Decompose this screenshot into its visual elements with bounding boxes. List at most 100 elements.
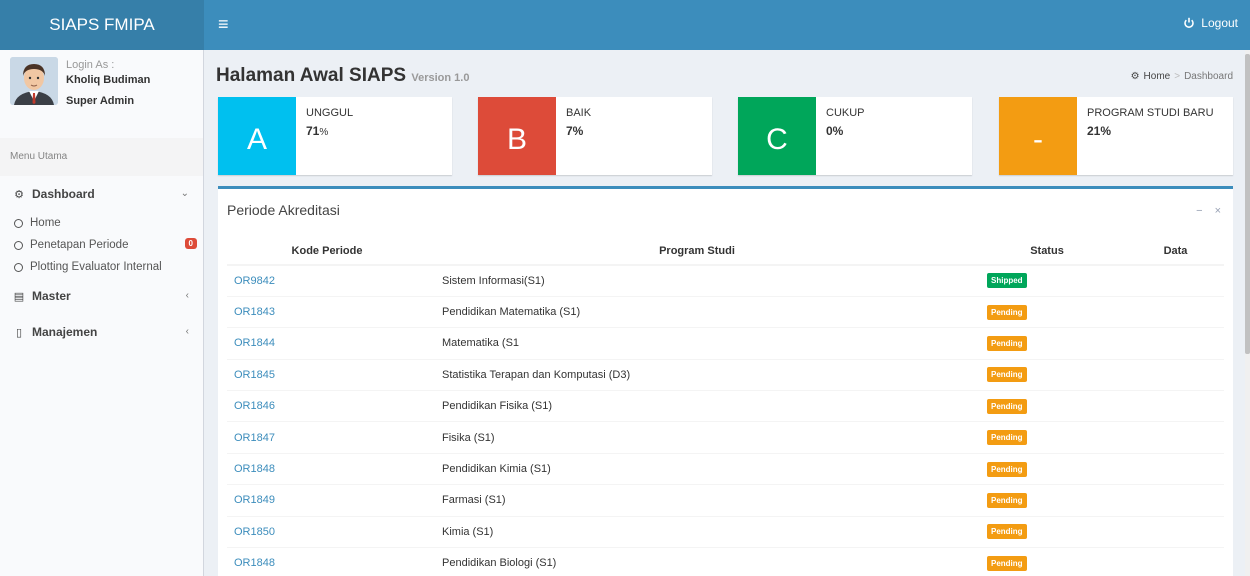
minimize-icon[interactable]: −: [1196, 205, 1202, 217]
kode-periode-link[interactable]: OR1845: [227, 358, 427, 391]
infobox-label: CUKUP: [826, 107, 865, 119]
status-badge: Shipped: [987, 273, 1027, 289]
infobox-program-studi-baru: - PROGRAM STUDI BARU 21%: [999, 97, 1233, 175]
table-row: OR1844 Matematika (S1 Pending: [227, 327, 1224, 360]
status-cell: Pending: [967, 421, 1127, 454]
sidebar-item-manajemen[interactable]: ▯ Manajemen ‹: [0, 314, 203, 350]
close-icon[interactable]: ×: [1215, 205, 1221, 217]
kode-periode-link[interactable]: OR1847: [227, 421, 427, 454]
status-cell: Shipped: [967, 264, 1127, 297]
infobox-value: 21%: [1087, 124, 1112, 138]
infobox-cukup: C CUKUP 0%: [738, 97, 972, 175]
page-version: Version 1.0: [411, 72, 470, 84]
program-studi-cell: Pendidikan Fisika (S1): [427, 390, 967, 422]
status-badge: Pending: [987, 304, 1027, 320]
table-row: OR1847 Fisika (S1) Pending: [227, 421, 1224, 454]
periode-table: Kode Periode Program Studi Status Data O…: [227, 237, 1224, 576]
data-cell: [1127, 421, 1224, 454]
sidebar-subitem-label: Home: [30, 217, 61, 229]
column-header-data: Data: [1127, 237, 1224, 266]
status-badge: Pending: [987, 367, 1027, 383]
page-title: Halaman Awal SIAPS Version 1.0: [216, 65, 469, 87]
sidebar-subitem-home[interactable]: Home: [0, 212, 203, 234]
status-cell: Pending: [967, 327, 1127, 360]
status-cell: Pending: [967, 452, 1127, 485]
kode-periode-link[interactable]: OR1849: [227, 484, 427, 517]
brand-text: SIAPS FMIPA: [49, 15, 155, 34]
program-studi-cell: Pendidikan Kimia (S1): [427, 452, 967, 485]
column-header-program: Program Studi: [427, 237, 967, 266]
kode-periode-link[interactable]: OR1850: [227, 515, 427, 548]
program-studi-cell: Matematika (S1: [427, 327, 967, 360]
hamburger-menu-icon[interactable]: ≡: [218, 14, 229, 34]
user-avatar: [10, 57, 58, 105]
dashboard-icon: ⚙: [1130, 71, 1140, 82]
status-badge: Pending: [987, 461, 1027, 477]
data-cell: [1127, 295, 1224, 328]
table-row: OR9842 Sistem Informasi(S1) Shipped: [227, 264, 1224, 297]
column-header-status: Status: [967, 237, 1127, 266]
program-studi-cell: Pendidikan Matematika (S1): [427, 295, 967, 328]
infobox-value: 0%: [826, 124, 844, 138]
sidebar-subitem-penetapan-periode[interactable]: Penetapan Periode 0: [0, 234, 203, 256]
sidebar-subitem-label: Plotting Evaluator Internal: [30, 261, 162, 273]
kode-periode-link[interactable]: OR9842: [227, 264, 427, 297]
kode-periode-link[interactable]: OR1848: [227, 452, 427, 485]
power-icon: [1184, 17, 1195, 28]
status-cell: Pending: [967, 547, 1127, 576]
data-cell: [1127, 515, 1224, 548]
data-cell: [1127, 452, 1224, 485]
sidebar-item-label: Dashboard: [32, 187, 95, 201]
data-cell: [1127, 327, 1224, 360]
page-title-text: Halaman Awal SIAPS: [216, 65, 407, 86]
kode-periode-link[interactable]: OR1843: [227, 295, 427, 328]
status-badge: Pending: [987, 398, 1027, 414]
program-studi-cell: Kimia (S1): [427, 515, 967, 548]
status-cell: Pending: [967, 484, 1127, 517]
page-scrollbar[interactable]: [1245, 50, 1250, 576]
breadcrumb-current: Dashboard: [1184, 71, 1233, 82]
chevron-left-icon: ‹: [185, 326, 189, 337]
login-as-label: Login As :: [66, 59, 115, 71]
program-studi-cell: Farmasi (S1): [427, 484, 967, 517]
status-badge: Pending: [987, 335, 1027, 351]
sidebar: Login As : Kholiq Budiman Super Admin Me…: [0, 50, 204, 576]
program-studi-cell: Sistem Informasi(S1): [427, 264, 967, 297]
kode-periode-link[interactable]: OR1848: [227, 547, 427, 576]
sidebar-item-dashboard[interactable]: ⚙ Dashboard ⌄: [0, 176, 203, 212]
status-badge: Pending: [987, 524, 1027, 540]
kode-periode-link[interactable]: OR1846: [227, 390, 427, 422]
breadcrumb-separator: >: [1174, 71, 1181, 82]
infobox-unggul: A UNGGUL 71%: [218, 97, 452, 175]
sidebar-item-master[interactable]: ▤ Master ‹: [0, 278, 203, 314]
brand-logo[interactable]: SIAPS FMIPA: [0, 0, 204, 50]
table-body: OR9842 Sistem Informasi(S1) Shipped OR1843 P…: [227, 264, 1224, 576]
sidebar-subitem-label: Penetapan Periode: [30, 239, 129, 251]
notification-badge: 0: [184, 238, 197, 249]
scrollbar-thumb[interactable]: [1245, 54, 1250, 354]
infobox-label: UNGGUL: [306, 107, 354, 119]
program-studi-cell: Statistika Terapan dan Komputasi (D3): [427, 358, 967, 391]
breadcrumb-home[interactable]: Home: [1144, 71, 1171, 82]
table-row: OR1845 Statistika Terapan dan Komputasi (…: [227, 358, 1224, 391]
status-badge: Pending: [987, 430, 1027, 446]
dashboard-icon: ⚙: [14, 188, 24, 201]
data-cell: [1127, 264, 1224, 297]
chevron-down-icon: ⌄: [180, 188, 189, 199]
user-panel: Login As : Kholiq Budiman Super Admin: [0, 50, 203, 138]
status-cell: Pending: [967, 358, 1127, 391]
menu-header: Menu Utama: [0, 138, 203, 176]
logout-button[interactable]: Logout: [1183, 16, 1238, 30]
kode-periode-link[interactable]: OR1844: [227, 327, 427, 360]
periode-akreditasi-panel: Periode Akreditasi − × Kode Periode Prog…: [218, 186, 1233, 576]
status-badge: Pending: [987, 492, 1027, 508]
infobox-value: 7%: [566, 124, 584, 138]
status-cell: Pending: [967, 295, 1127, 328]
infobox-icon: C: [738, 97, 816, 175]
table-row: OR1850 Kimia (S1) Pending: [227, 515, 1224, 548]
sidebar-item-label: Manajemen: [32, 325, 98, 339]
table-icon: ▤: [13, 290, 25, 303]
infobox-value: 71%: [306, 124, 328, 138]
sidebar-subitem-plotting-evaluator[interactable]: Plotting Evaluator Internal: [0, 256, 203, 278]
user-role: Super Admin: [66, 95, 135, 107]
